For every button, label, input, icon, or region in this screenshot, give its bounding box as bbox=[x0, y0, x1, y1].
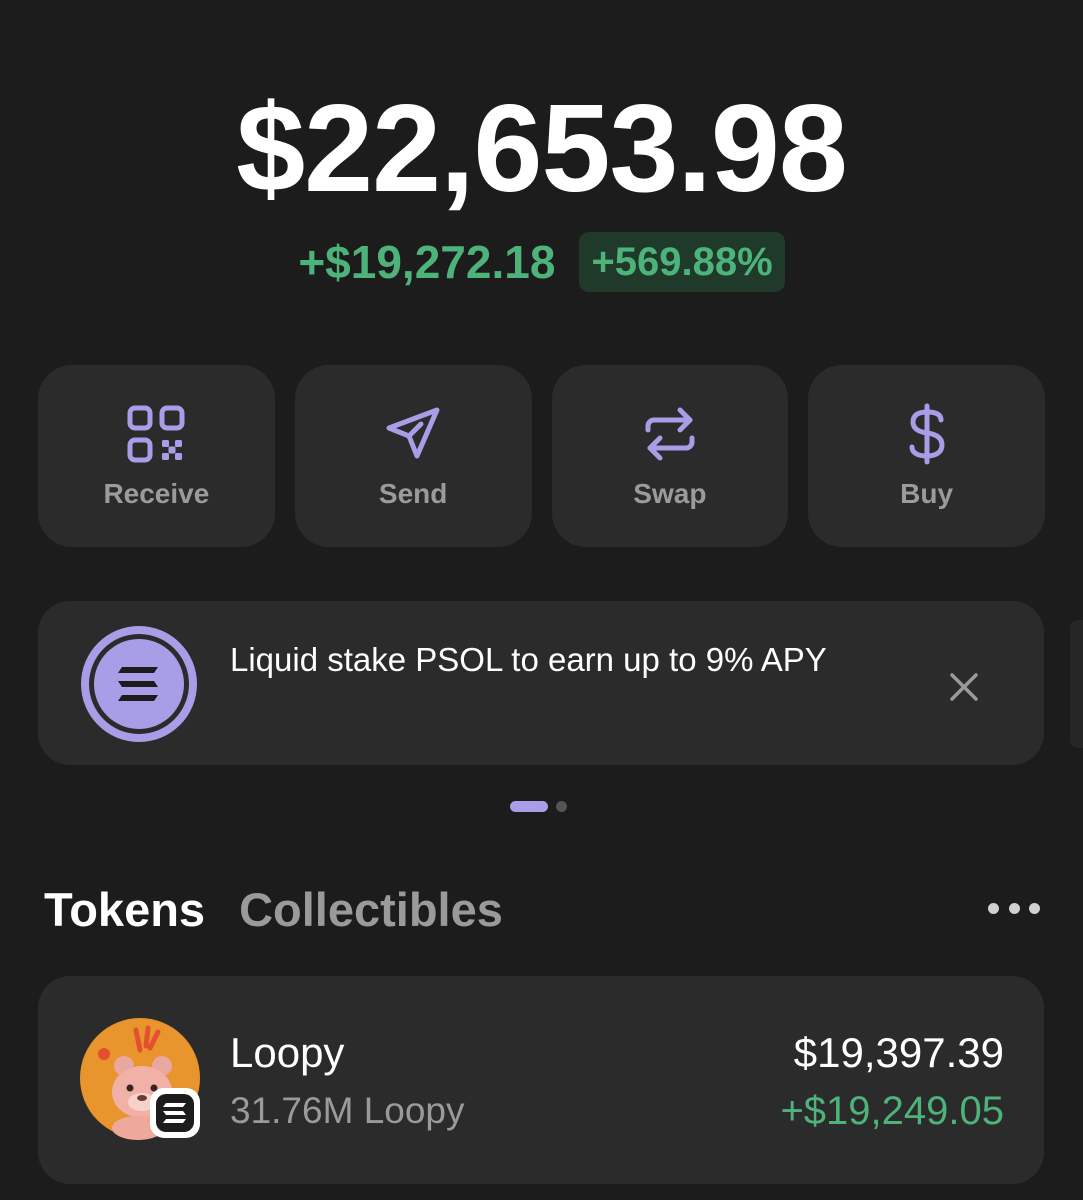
close-icon[interactable] bbox=[942, 665, 986, 709]
promo-text: Liquid stake PSOL to earn up to 9% APY bbox=[230, 641, 827, 678]
dollar-icon bbox=[895, 402, 959, 466]
balance-change: +$19,272.18 +569.88% bbox=[0, 232, 1083, 292]
receive-label: Receive bbox=[103, 478, 210, 509]
tab-collectibles[interactable]: Collectibles bbox=[239, 880, 503, 940]
token-row[interactable]: Loopy 31.76M Loopy $19,397.39 +$19,249.0… bbox=[38, 976, 1044, 1184]
change-amount: +$19,272.18 bbox=[298, 236, 556, 288]
change-percent-badge: +569.88% bbox=[579, 232, 785, 292]
tab-tokens[interactable]: Tokens bbox=[44, 880, 205, 940]
token-value: $19,397.39 bbox=[793, 1029, 1004, 1076]
token-amount: 31.76M Loopy bbox=[230, 1090, 465, 1131]
carousel-pager bbox=[510, 801, 567, 812]
buy-label: Buy bbox=[900, 478, 954, 509]
send-label: Send bbox=[378, 478, 448, 509]
swap-button[interactable]: Swap bbox=[551, 365, 789, 547]
solana-icon bbox=[78, 623, 200, 745]
receive-button[interactable]: Receive bbox=[38, 365, 275, 547]
action-buttons: Receive Send Swap Buy bbox=[38, 365, 1045, 547]
token-change: +$19,249.05 bbox=[780, 1089, 1004, 1133]
buy-button[interactable]: Buy bbox=[808, 365, 1045, 547]
asset-tabs: Tokens Collectibles bbox=[44, 880, 503, 940]
solana-badge-icon bbox=[148, 1086, 202, 1140]
send-icon bbox=[381, 402, 445, 466]
pager-dot-active[interactable] bbox=[510, 801, 548, 812]
send-button[interactable]: Send bbox=[294, 365, 532, 547]
qr-code-icon bbox=[124, 402, 188, 466]
pager-dot[interactable] bbox=[556, 801, 567, 812]
next-banner-peek bbox=[1070, 620, 1083, 748]
staking-promo-banner[interactable]: Liquid stake PSOL to earn up to 9% APY bbox=[38, 601, 1044, 765]
token-name: Loopy bbox=[230, 1029, 345, 1076]
total-balance: $22,653.98 bbox=[236, 80, 848, 218]
more-icon[interactable] bbox=[988, 896, 1040, 920]
swap-icon bbox=[638, 402, 702, 466]
swap-label: Swap bbox=[633, 478, 707, 509]
